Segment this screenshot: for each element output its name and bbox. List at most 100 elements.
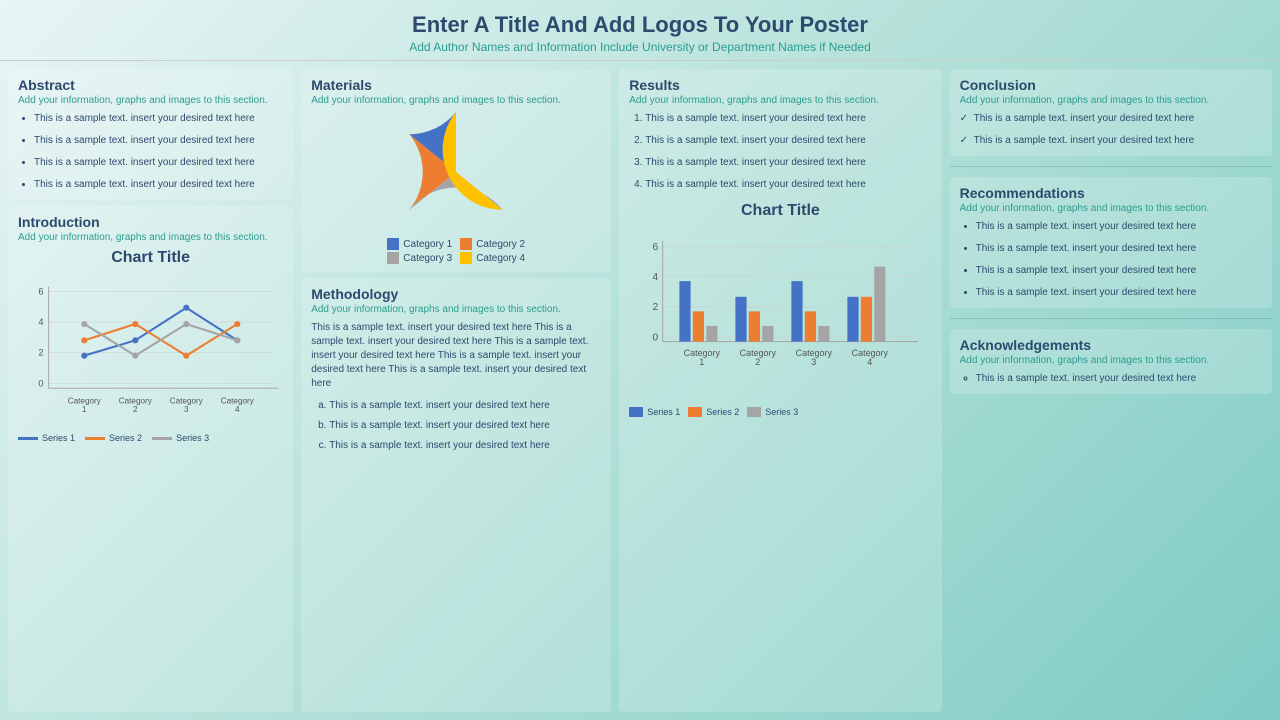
bar-s1-swatch (629, 407, 643, 417)
rec-item-3: This is a sample text. insert your desir… (976, 264, 1262, 278)
abstract-list: This is a sample text. insert your desir… (18, 112, 283, 192)
content-area: Abstract Add your information, graphs an… (0, 61, 1280, 720)
cat1-label: Category 1 (403, 239, 452, 250)
cat3-legend: Category 3 (387, 252, 452, 264)
bar-s2-label: Series 2 (706, 407, 739, 417)
abstract-item-2: This is a sample text. insert your desir… (34, 134, 283, 148)
ack-item-1: This is a sample text. insert your desir… (976, 372, 1262, 386)
svg-text:1: 1 (82, 405, 87, 414)
recommendations-list: This is a sample text. insert your desir… (960, 220, 1262, 300)
recommendations-section: Recommendations Add your information, gr… (950, 177, 1272, 308)
methodology-list: This is a sample text. insert your desir… (311, 399, 601, 453)
cat4-label: Category 4 (476, 253, 525, 264)
cat4-swatch (460, 252, 472, 264)
svg-text:0: 0 (38, 378, 43, 388)
svg-text:4: 4 (653, 272, 659, 283)
column-4: Conclusion Add your information, graphs … (950, 69, 1272, 712)
svg-text:4: 4 (868, 357, 873, 367)
series2-label: Series 2 (109, 433, 142, 443)
bar-s1-legend: Series 1 (629, 407, 680, 417)
intro-chart-title: Chart Title (18, 249, 283, 267)
series3-label: Series 3 (176, 433, 209, 443)
series1-legend: Series 1 (18, 433, 75, 443)
conclusion-title: Conclusion (960, 77, 1262, 93)
pie-chart (396, 112, 516, 232)
conclusion-item-2: This is a sample text. insert your desir… (960, 134, 1262, 148)
bar-s2-legend: Series 2 (688, 407, 739, 417)
pie-chart-container: Category 1 Category 2 Category 3 Ca (311, 112, 601, 264)
methodology-item-a: This is a sample text. insert your desir… (329, 399, 601, 413)
series3-legend: Series 3 (152, 433, 209, 443)
abstract-title: Abstract (18, 77, 283, 93)
series1-label: Series 1 (42, 433, 75, 443)
methodology-title: Methodology (311, 286, 601, 302)
materials-section: Materials Add your information, graphs a… (301, 69, 611, 272)
results-subtitle: Add your information, graphs and images … (629, 95, 931, 106)
divider-2 (950, 318, 1272, 319)
methodology-subtitle: Add your information, graphs and images … (311, 304, 601, 315)
acknowledgements-subtitle: Add your information, graphs and images … (960, 355, 1262, 366)
svg-text:1: 1 (700, 357, 705, 367)
series1-swatch (18, 437, 38, 440)
recommendations-title: Recommendations (960, 185, 1262, 201)
svg-text:6: 6 (653, 242, 659, 253)
abstract-item-4: This is a sample text. insert your desir… (34, 178, 283, 192)
rec-item-2: This is a sample text. insert your desir… (976, 242, 1262, 256)
cat3-label: Category 3 (403, 253, 452, 264)
results-item-4: This is a sample text. insert your desir… (645, 178, 931, 192)
column-3: Results Add your information, graphs and… (619, 69, 941, 712)
svg-text:3: 3 (184, 405, 189, 414)
bar-s3-swatch (747, 407, 761, 417)
introduction-title: Introduction (18, 214, 283, 230)
materials-title: Materials (311, 77, 601, 93)
abstract-section: Abstract Add your information, graphs an… (8, 69, 293, 200)
cat2-label: Category 2 (476, 239, 525, 250)
svg-text:6: 6 (38, 286, 43, 296)
abstract-subtitle: Add your information, graphs and images … (18, 95, 283, 106)
svg-text:0: 0 (653, 332, 659, 343)
header: Enter A Title And Add Logos To Your Post… (0, 0, 1280, 61)
bar-s3-label: Series 3 (765, 407, 798, 417)
svg-text:3: 3 (812, 357, 817, 367)
conclusion-list: This is a sample text. insert your desir… (960, 112, 1262, 148)
cat3-swatch (387, 252, 399, 264)
results-title: Results (629, 77, 931, 93)
svg-text:2: 2 (38, 348, 43, 358)
materials-subtitle: Add your information, graphs and images … (311, 95, 601, 106)
bar-s3-legend: Series 3 (747, 407, 798, 417)
poster-title: Enter A Title And Add Logos To Your Post… (20, 12, 1260, 38)
svg-text:4: 4 (38, 317, 43, 327)
introduction-subtitle: Add your information, graphs and images … (18, 232, 283, 243)
results-item-2: This is a sample text. insert your desir… (645, 134, 931, 148)
svg-text:2: 2 (756, 357, 761, 367)
svg-text:4: 4 (235, 405, 240, 414)
acknowledgements-list: This is a sample text. insert your desir… (960, 372, 1262, 386)
methodology-item-b: This is a sample text. insert your desir… (329, 419, 601, 433)
poster: Enter A Title And Add Logos To Your Post… (0, 0, 1280, 720)
recommendations-subtitle: Add your information, graphs and images … (960, 203, 1262, 214)
rec-item-4: This is a sample text. insert your desir… (976, 286, 1262, 300)
abstract-item-3: This is a sample text. insert your desir… (34, 156, 283, 170)
line-chart-legend: Series 1 Series 2 Series 3 (18, 433, 283, 443)
methodology-item-c: This is a sample text. insert your desir… (329, 439, 601, 453)
column-1: Abstract Add your information, graphs an… (8, 69, 293, 712)
results-list: This is a sample text. insert your desir… (629, 112, 931, 192)
series2-legend: Series 2 (85, 433, 142, 443)
cat4-legend: Category 4 (460, 252, 525, 264)
series2-swatch (85, 437, 105, 440)
line-chart: 6 4 2 0 Category 1 Category 2 Category 3… (18, 271, 283, 424)
introduction-section: Introduction Add your information, graph… (8, 206, 293, 712)
series3-swatch (152, 437, 172, 440)
bar-chart-legend: Series 1 Series 2 Series 3 (629, 407, 931, 417)
abstract-item-1: This is a sample text. insert your desir… (34, 112, 283, 126)
acknowledgements-title: Acknowledgements (960, 337, 1262, 353)
poster-subtitle: Add Author Names and Information Include… (20, 40, 1260, 54)
cat2-swatch (460, 238, 472, 250)
bar-s2-swatch (688, 407, 702, 417)
results-chart-title: Chart Title (629, 202, 931, 220)
cat1-swatch (387, 238, 399, 250)
results-section: Results Add your information, graphs and… (619, 69, 941, 712)
methodology-body: This is a sample text. insert your desir… (311, 321, 601, 391)
methodology-section: Methodology Add your information, graphs… (301, 278, 611, 712)
conclusion-subtitle: Add your information, graphs and images … (960, 95, 1262, 106)
